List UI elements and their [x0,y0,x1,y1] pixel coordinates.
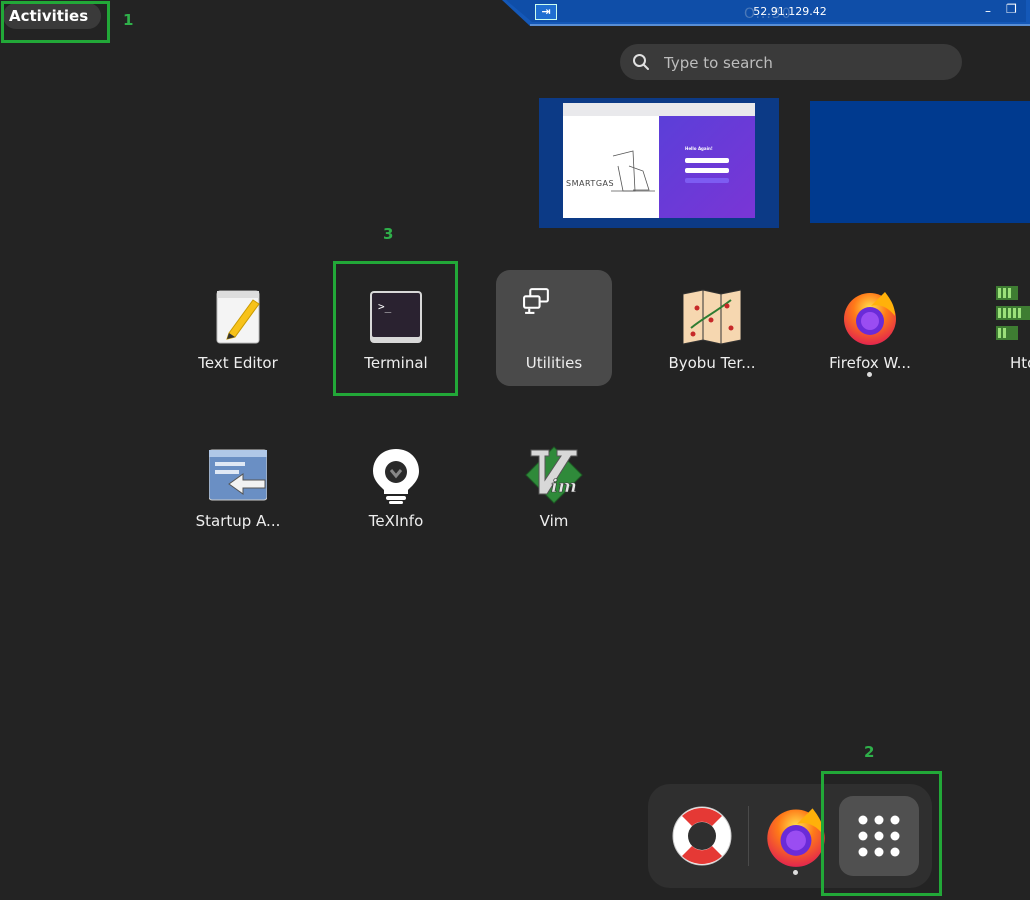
lifebuoy-icon [672,806,732,866]
app-label: Text Editor [198,354,278,372]
search-icon [633,54,649,70]
annotation-label-2: 2 [864,743,875,761]
utilities-folder-icon [523,288,549,314]
window-thumbnail-browser[interactable]: SMARTGAS Hello Again! [539,98,779,228]
app-label: Hto [1010,354,1030,372]
browser-chrome [563,103,755,116]
terminal-icon: >_ [370,291,422,343]
app-startup-applications[interactable]: Startup A... [180,428,296,544]
preview-login-panel: Hello Again! [659,116,755,218]
preview-field-email [685,158,729,163]
byobu-map-icon [683,289,741,345]
restore-icon[interactable]: ❐ [1006,2,1020,16]
app-firefox-web[interactable]: Firefox W... [812,270,928,386]
app-label: TeXInfo [368,512,424,530]
app-texinfo[interactable]: TeXInfo [338,428,454,544]
app-text-editor[interactable]: Text Editor [180,270,296,386]
smartgas-logo: SMARTGAS [566,179,615,188]
app-vim[interactable]: im Vim [496,428,612,544]
dash-firefox[interactable] [764,804,828,875]
search-input[interactable] [662,44,956,82]
text-editor-icon [216,290,260,344]
startup-applications-icon [209,449,267,501]
app-htop[interactable]: Hto [970,270,1030,386]
annotation-label-3: 3 [383,225,394,243]
svg-text:>_: >_ [378,300,392,313]
svg-text:im: im [551,476,577,497]
preview-login-button [685,178,729,183]
running-indicator [793,870,798,875]
app-folder-utilities[interactable]: Utilities [496,270,612,386]
remote-host-ip: 52.91.129.42 [753,5,827,18]
preview-field-password [685,168,729,173]
app-terminal[interactable]: >_ Terminal [338,270,454,386]
dash-separator [748,806,749,866]
window-thumbnail-blue[interactable] [810,101,1030,223]
browser-preview: SMARTGAS Hello Again! [563,103,755,218]
annotation-box-1 [1,1,110,43]
app-label: Terminal [364,354,428,372]
firefox-icon [767,808,825,867]
app-label: Startup A... [195,512,281,530]
app-label: Byobu Ter... [668,354,756,372]
pin-icon[interactable]: ⇥ [535,4,557,20]
running-indicator [867,372,872,377]
app-byobu-terminal[interactable]: Byobu Ter... [654,270,770,386]
app-label: Utilities [525,354,583,372]
search-bar[interactable] [620,44,962,82]
derrick-icon [611,150,655,192]
preview-left-panel: SMARTGAS [563,116,659,218]
app-label: Firefox W... [829,354,911,372]
dash-help[interactable] [670,804,734,868]
firefox-icon [844,292,896,345]
lightbulb-icon [373,449,419,504]
preview-heading: Hello Again! [685,146,713,151]
annotation-box-2 [821,771,942,896]
annotation-label-1: 1 [123,11,134,29]
vim-icon: im [525,446,583,504]
minimize-icon[interactable]: – [985,4,997,18]
htop-icon [996,286,1030,340]
app-label: Vim [539,512,569,530]
